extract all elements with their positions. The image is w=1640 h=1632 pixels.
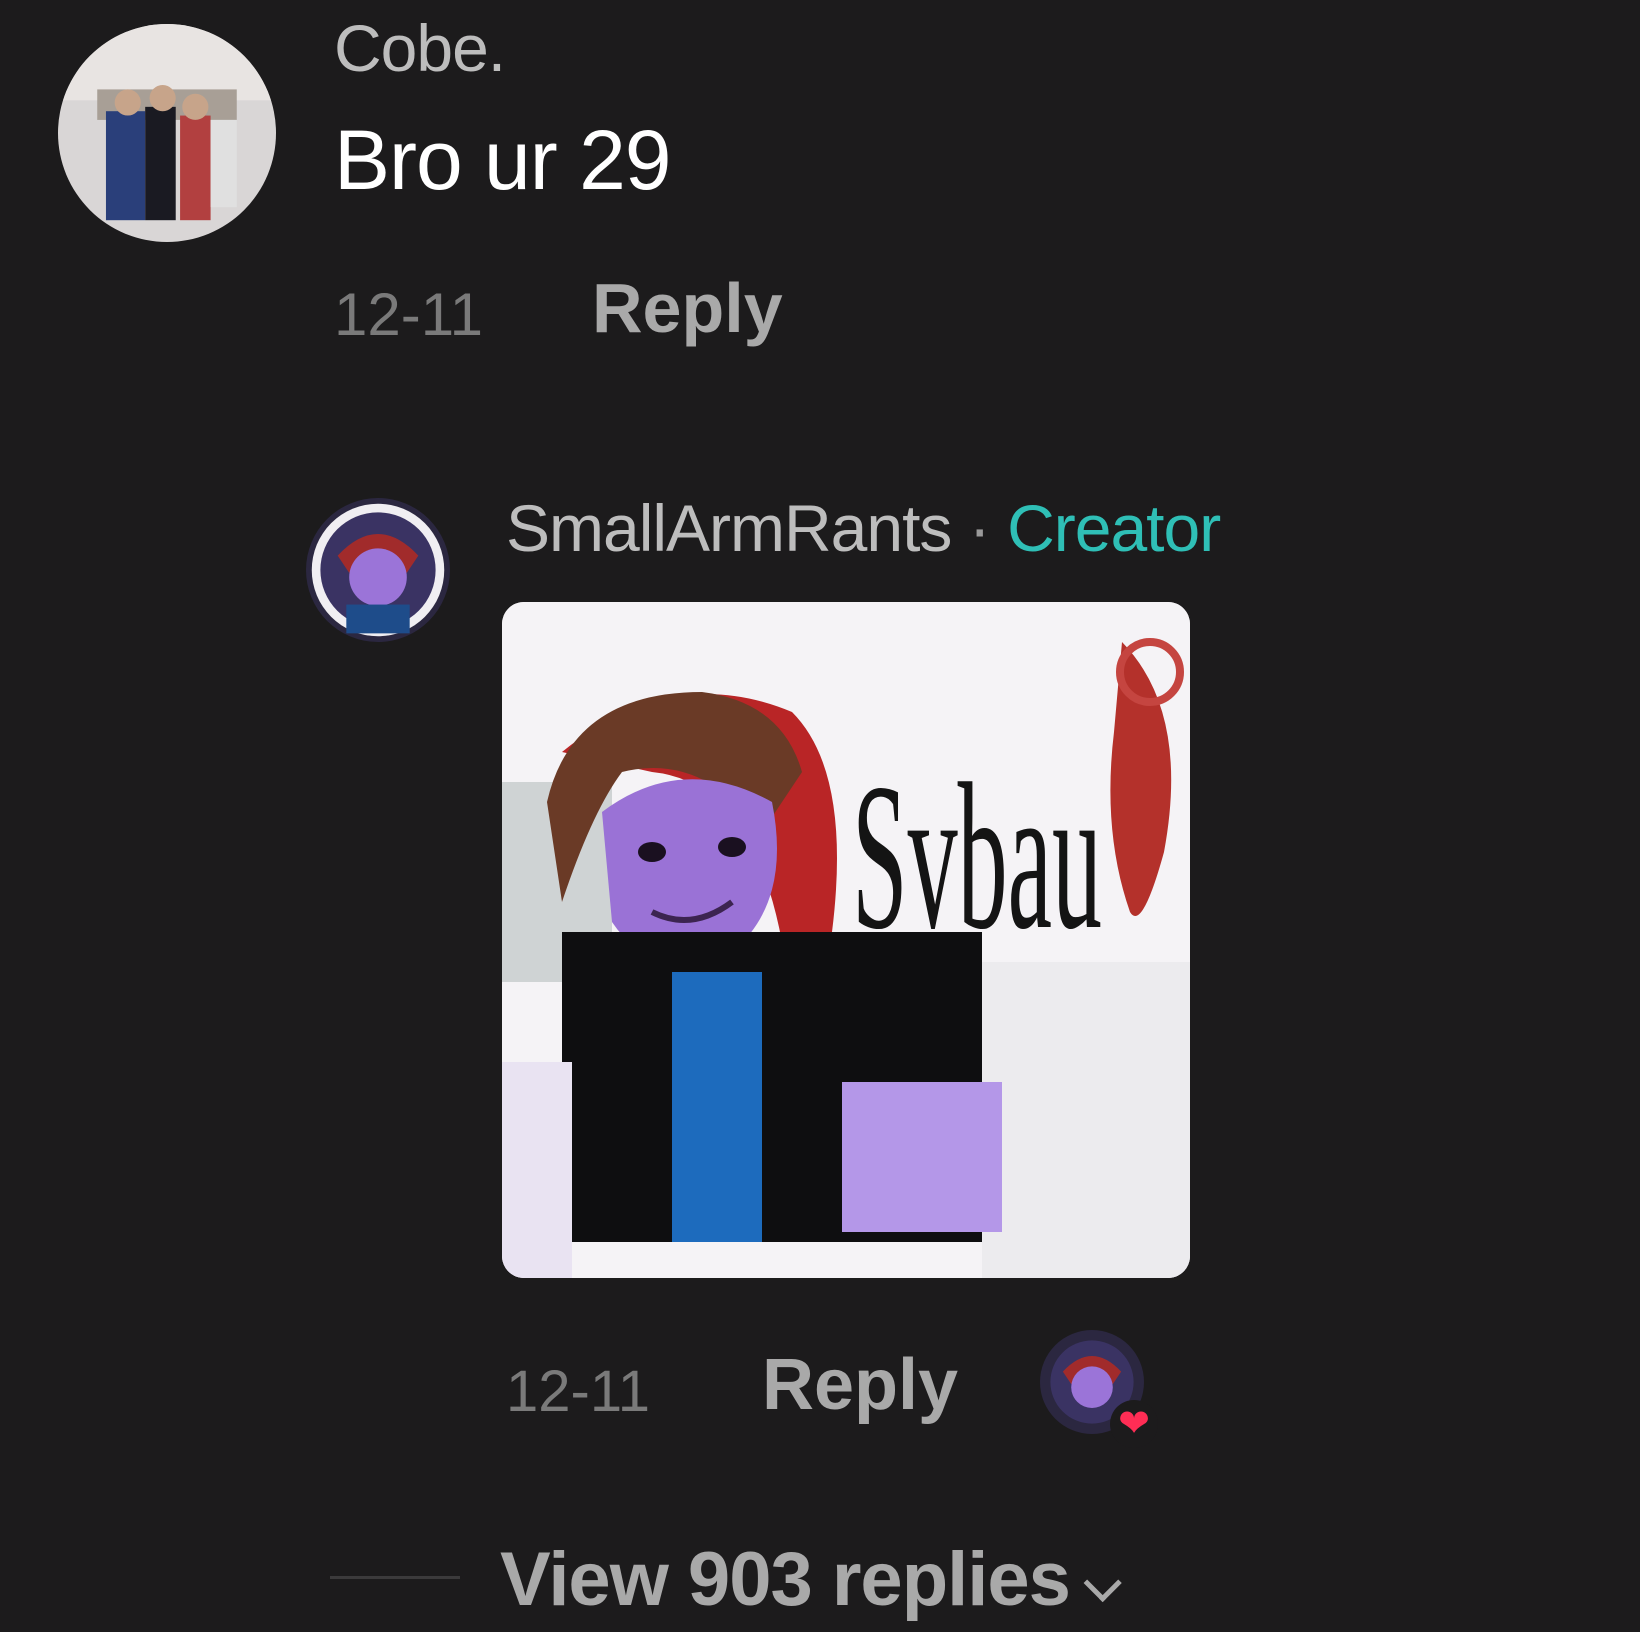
creator-reply-date: 12-11 xyxy=(506,1359,651,1424)
divider-line xyxy=(330,1576,460,1579)
comment-thread: Cobe. Bro ur 29 12-11 Reply SmallArmRant… xyxy=(0,0,1640,1632)
reply-image-graphic: Svbau xyxy=(502,602,1190,1278)
comment-text: Bro ur 29 xyxy=(334,113,672,207)
commenter-avatar[interactable] xyxy=(58,24,276,242)
creator-username[interactable]: SmallArmRants xyxy=(506,491,952,565)
header-separator: · xyxy=(951,491,1008,565)
reply-button[interactable]: Reply xyxy=(592,268,783,348)
creator-reply-header: SmallArmRants · Creator xyxy=(506,490,1221,566)
commenter-avatar-image xyxy=(58,24,276,242)
creator-reply-button[interactable]: Reply xyxy=(762,1344,958,1426)
reply-image[interactable]: Svbau xyxy=(502,602,1190,1278)
view-replies-button[interactable]: View 903 replies xyxy=(500,1536,1122,1623)
heart-icon: ❤ xyxy=(1110,1400,1158,1448)
liked-by-creator[interactable]: ❤ xyxy=(1040,1330,1158,1448)
creator-avatar-image xyxy=(306,498,450,642)
commenter-username[interactable]: Cobe. xyxy=(334,10,506,86)
comment-date: 12-11 xyxy=(334,281,484,348)
creator-avatar[interactable] xyxy=(306,498,450,642)
chevron-down-icon xyxy=(1083,1563,1122,1603)
creator-badge: Creator xyxy=(1007,491,1221,565)
view-replies-label: View 903 replies xyxy=(500,1537,1071,1622)
